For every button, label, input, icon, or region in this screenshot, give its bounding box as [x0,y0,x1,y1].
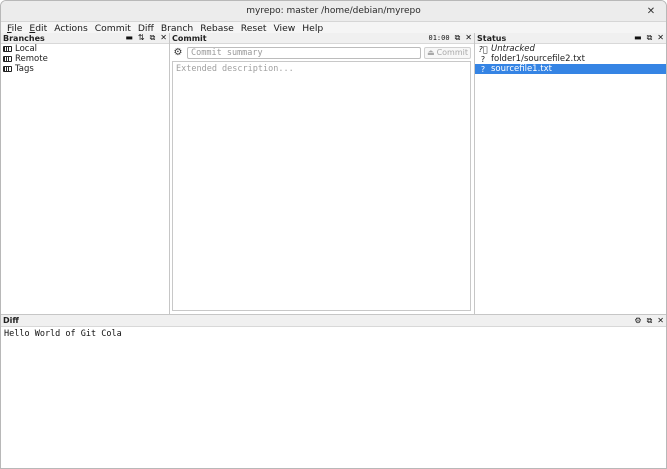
branch-icon [3,46,12,52]
tag-icon [3,66,12,72]
question-circle-icon: ?⃝ [478,44,488,54]
diff-options-gear-icon[interactable]: ⚙ [634,316,641,325]
branches-close-icon[interactable]: ✕ [160,34,167,42]
diff-title: Diff [3,316,19,325]
untracked-file-icon: ? [480,64,486,74]
status-file-item-selected[interactable]: ? sourcefile1.txt [475,64,666,74]
branch-item-remote[interactable]: Remote [1,54,169,64]
branch-item-label: Local [15,44,38,54]
commit-options-gear-icon[interactable]: ⚙ [172,47,184,58]
window-close-icon[interactable]: ✕ [644,4,658,18]
commit-description-input[interactable] [172,61,471,311]
diff-pane: Diff ⚙ ⧉ ✕ Hello World of Git Cola [1,314,666,468]
diff-close-icon[interactable]: ✕ [657,316,664,325]
status-pane: Status ▬ ⧉ ✕ ?⃝ Untracked ? folder1/sour… [475,33,666,314]
status-group-label: Untracked [491,44,535,54]
status-file-label: sourcefile1.txt [491,64,552,74]
status-group-untracked[interactable]: ?⃝ Untracked [475,44,666,54]
commit-button-label: Commit [436,48,468,57]
status-filter-icon[interactable]: ▬ [634,34,642,42]
branch-item-label: Tags [15,64,34,74]
status-header: Status ▬ ⧉ ✕ [475,33,666,44]
commit-pane: Commit 01:00 ⧉ ✕ ⚙ ⏏ Commit [170,33,475,314]
branches-header: Branches ▬ ⇅ ⧉ ✕ [1,33,169,44]
commit-button-icon: ⏏ [427,48,435,57]
commit-summary-input[interactable] [187,46,421,59]
branches-float-icon[interactable]: ⧉ [150,34,156,42]
branches-title: Branches [3,33,45,43]
commit-summary-row: ⚙ ⏏ Commit [170,45,474,60]
status-file-item[interactable]: ? folder1/sourcefile2.txt [475,54,666,64]
status-file-label: folder1/sourcefile2.txt [491,54,585,64]
commit-header: Commit 01:00 ⧉ ✕ [170,33,474,44]
diff-float-icon[interactable]: ⧉ [647,316,653,325]
branches-sort-icon[interactable]: ⇅ [138,34,145,42]
diff-header: Diff ⚙ ⧉ ✕ [1,314,666,327]
window-title: myrepo: master /home/debian/myrepo [246,6,421,16]
commit-float-icon[interactable]: ⧉ [455,34,461,42]
title-bar: myrepo: master /home/debian/myrepo ✕ [1,1,666,22]
diff-content[interactable]: Hello World of Git Cola [1,327,666,341]
branch-item-local[interactable]: Local [1,44,169,54]
untracked-file-icon: ? [480,54,486,64]
commit-time: 01:00 [428,34,450,42]
status-close-icon[interactable]: ✕ [657,34,664,42]
branch-item-label: Remote [15,54,48,64]
branches-filter-icon[interactable]: ▬ [125,34,133,42]
commit-button[interactable]: ⏏ Commit [424,46,471,59]
dock-row: Branches ▬ ⇅ ⧉ ✕ Local Remote Tags Commi… [1,33,666,314]
commit-title: Commit [172,33,207,43]
branches-pane: Branches ▬ ⇅ ⧉ ✕ Local Remote Tags [1,33,170,314]
branch-icon [3,56,12,62]
status-float-icon[interactable]: ⧉ [647,34,653,42]
status-title: Status [477,33,507,43]
commit-close-icon[interactable]: ✕ [465,34,472,42]
app-window: myrepo: master /home/debian/myrepo ✕ Fil… [0,0,667,469]
branch-item-tags[interactable]: Tags [1,64,169,74]
